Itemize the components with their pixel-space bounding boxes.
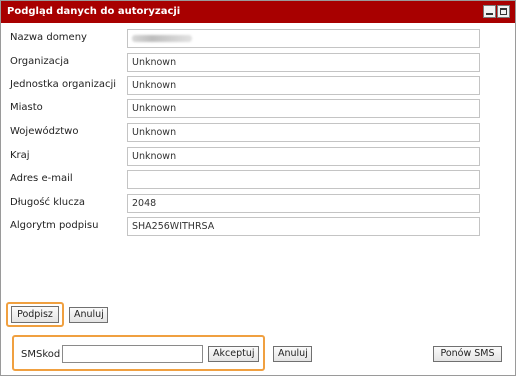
sms-code-input[interactable] bbox=[62, 345, 203, 363]
city-field[interactable]: Unknown bbox=[127, 99, 480, 118]
field-label-signature-algorithm: Algorytm podpisu bbox=[10, 220, 99, 231]
minimize-icon[interactable] bbox=[483, 5, 496, 18]
cancel-button[interactable]: Anuluj bbox=[69, 307, 108, 323]
dialog-title: Podgląd danych do autoryzacji bbox=[7, 6, 181, 17]
authorization-dialog: Podgląd danych do autoryzacji Nazwa dome… bbox=[0, 0, 516, 376]
redacted-value bbox=[132, 35, 192, 42]
sms-code-label: SMSkod bbox=[21, 349, 61, 360]
field-row-org-unit: Jednostka organizacji Unknown bbox=[1, 76, 515, 96]
field-label-organization: Organizacja bbox=[10, 56, 70, 67]
field-row-province: Województwo Unknown bbox=[1, 123, 515, 143]
province-field[interactable]: Unknown bbox=[127, 123, 480, 142]
domain-field[interactable] bbox=[127, 29, 480, 48]
field-row-city: Miasto Unknown bbox=[1, 99, 515, 119]
field-row-email: Adres e-mail bbox=[1, 170, 515, 190]
field-label-city: Miasto bbox=[10, 102, 43, 113]
field-row-domain: Nazwa domeny bbox=[1, 29, 515, 49]
field-row-signature-algorithm: Algorytm podpisu SHA256WITHRSA bbox=[1, 217, 515, 237]
field-row-key-length: Długość klucza 2048 bbox=[1, 194, 515, 214]
field-label-domain: Nazwa domeny bbox=[10, 32, 87, 43]
field-row-country: Kraj Unknown bbox=[1, 147, 515, 167]
org-unit-field[interactable]: Unknown bbox=[127, 76, 480, 95]
field-label-province: Województwo bbox=[10, 126, 79, 137]
field-label-org-unit: Jednostka organizacji bbox=[10, 79, 117, 90]
field-row-organization: Organizacja Unknown bbox=[1, 53, 515, 73]
signature-algorithm-field[interactable]: SHA256WITHRSA bbox=[127, 217, 480, 236]
key-length-field[interactable]: 2048 bbox=[127, 194, 480, 213]
field-label-key-length: Długość klucza bbox=[10, 197, 86, 208]
field-label-email: Adres e-mail bbox=[10, 173, 73, 184]
dialog-titlebar: Podgląd danych do autoryzacji bbox=[1, 1, 515, 23]
sign-button[interactable]: Podpisz bbox=[11, 306, 59, 323]
maximize-icon[interactable] bbox=[497, 5, 510, 18]
email-field[interactable] bbox=[127, 170, 480, 189]
sms-cancel-button[interactable]: Anuluj bbox=[273, 346, 312, 362]
field-label-country: Kraj bbox=[10, 150, 30, 161]
country-field[interactable]: Unknown bbox=[127, 147, 480, 166]
accept-button[interactable]: Akceptuj bbox=[208, 346, 259, 362]
resend-sms-button[interactable]: Ponów SMS bbox=[433, 346, 502, 362]
organization-field[interactable]: Unknown bbox=[127, 53, 480, 72]
